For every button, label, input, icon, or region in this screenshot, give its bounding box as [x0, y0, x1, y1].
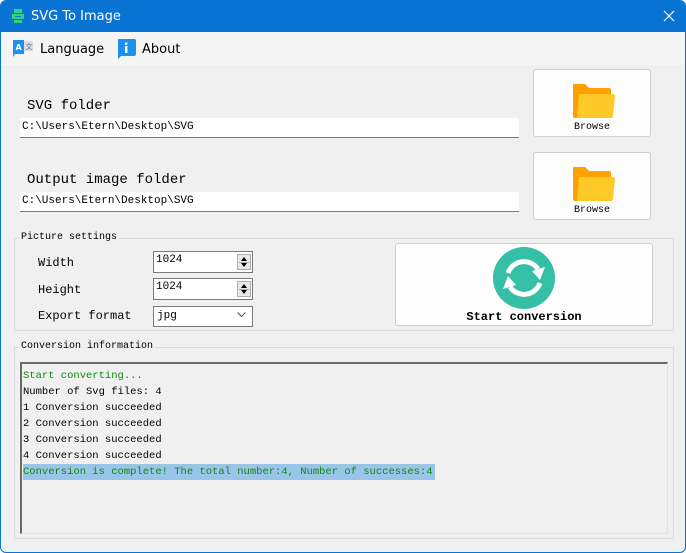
output-folder-browse-button[interactable]: Browse	[533, 152, 651, 220]
log-line: 4 Conversion succeeded	[23, 450, 162, 462]
arrow-down-icon	[241, 290, 247, 294]
log-line: Number of Svg files: 4	[23, 386, 162, 398]
close-icon[interactable]	[657, 5, 681, 27]
svg-folder-label: SVG folder	[27, 98, 112, 114]
menu-item-language[interactable]: A 文 Language	[13, 38, 104, 60]
log-line: 3 Conversion succeeded	[23, 434, 162, 446]
folder-icon	[573, 84, 615, 118]
output-folder-input[interactable]: C:\Users\Etern\Desktop\SVG	[20, 192, 519, 212]
log-line: 2 Conversion succeeded	[23, 418, 162, 430]
menu-item-language-label: Language	[40, 41, 105, 57]
svg-folder-browse-label: Browse	[573, 122, 610, 133]
svg-folder-browse-button[interactable]: Browse	[533, 69, 651, 137]
width-spin-buttons[interactable]	[237, 254, 251, 270]
info-icon	[118, 39, 136, 59]
output-folder-browse-label: Browse	[573, 205, 610, 216]
export-format-value: jpg	[157, 310, 177, 322]
menu-item-about-label: About	[142, 41, 181, 57]
printer-icon	[12, 9, 24, 23]
height-value: 1024	[156, 281, 183, 293]
menu-item-about[interactable]: About	[116, 38, 180, 60]
height-spinner[interactable]: 1024	[153, 278, 253, 300]
folder-icon	[573, 167, 615, 201]
width-label: Width	[38, 256, 75, 270]
conversion-info-title: Conversion information	[19, 341, 156, 352]
refresh-icon	[493, 247, 555, 309]
picture-settings-title: Picture settings	[19, 232, 120, 243]
arrow-down-icon	[241, 263, 247, 267]
start-conversion-button[interactable]: Start conversion	[395, 243, 653, 326]
chevron-down-icon	[237, 312, 246, 318]
start-conversion-label: Start conversion	[466, 310, 582, 324]
log-line: 1 Conversion succeeded	[23, 402, 162, 414]
output-folder-label: Output image folder	[27, 172, 187, 188]
export-format-select[interactable]: jpg	[153, 306, 253, 327]
log-line-selected: Conversion is complete! The total number…	[23, 464, 435, 480]
svg-folder-input[interactable]: C:\Users\Etern\Desktop\SVG	[20, 118, 519, 138]
height-label: Height	[38, 283, 82, 297]
svg-text:文: 文	[26, 42, 33, 51]
conversion-log[interactable]: Start converting... Number of Svg files:…	[20, 362, 668, 534]
app-window: SVG To Image A 文 Language About SVG fold…	[0, 0, 686, 553]
window-title: SVG To Image	[31, 9, 121, 24]
log-line: Start converting...	[23, 370, 143, 382]
menu-bar: A 文 Language About	[1, 32, 685, 65]
height-spin-buttons[interactable]	[237, 281, 251, 297]
width-spinner[interactable]: 1024	[153, 251, 253, 273]
export-format-label: Export format	[38, 309, 132, 323]
arrow-up-icon	[241, 284, 247, 288]
title-bar: SVG To Image	[1, 1, 685, 32]
width-value: 1024	[156, 254, 183, 266]
arrow-up-icon	[241, 257, 247, 261]
language-icon: A 文	[13, 40, 33, 57]
svg-text:A: A	[16, 43, 23, 52]
